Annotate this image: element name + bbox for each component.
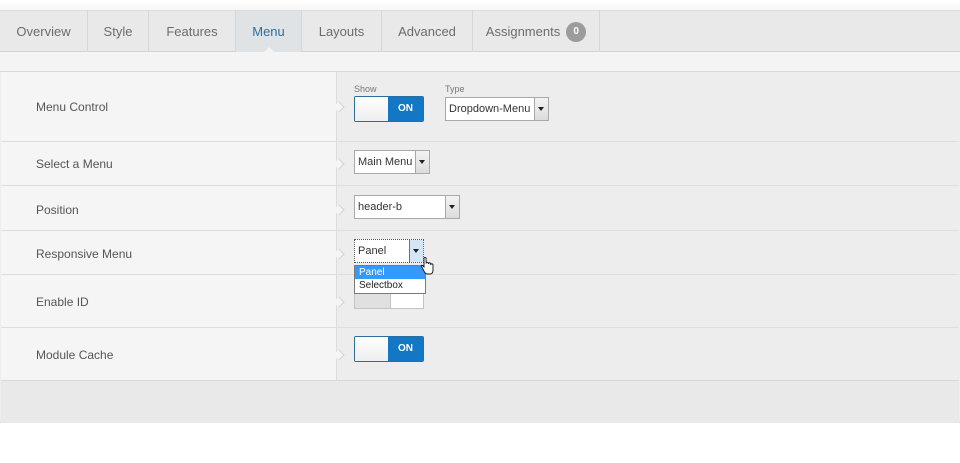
enable-id-label: Enable ID xyxy=(36,295,89,309)
tab-label: Layouts xyxy=(318,24,365,39)
responsive-menu-select[interactable]: Panel xyxy=(354,239,424,263)
chevron-down-icon xyxy=(445,196,459,218)
toggle-on-state: ON xyxy=(388,337,423,361)
toggle-knob xyxy=(355,97,390,121)
tab-label: Style xyxy=(103,24,133,39)
tab-advanced[interactable]: Advanced xyxy=(382,11,473,52)
module-cache-label: Module Cache xyxy=(36,348,114,362)
tab-layouts[interactable]: Layouts xyxy=(302,11,382,52)
top-strip xyxy=(0,0,960,10)
chevron-down-icon xyxy=(415,151,429,173)
option-selectbox[interactable]: Selectbox xyxy=(355,279,425,292)
row-divider xyxy=(1,141,959,142)
tab-overview[interactable]: Overview xyxy=(0,11,88,52)
tab-features[interactable]: Features xyxy=(149,11,236,52)
type-label: Type xyxy=(445,84,465,94)
panel-footer xyxy=(1,380,959,423)
menu-type-value: Dropdown-Menu xyxy=(449,103,531,115)
row-divider xyxy=(1,274,959,275)
row-divider xyxy=(1,185,959,186)
tab-label: Menu xyxy=(252,24,285,39)
tab-assignments[interactable]: Assignments 0 xyxy=(473,11,600,52)
hand-pointer-icon xyxy=(420,256,434,280)
select-menu-value: Main Menu xyxy=(358,156,413,168)
position-select[interactable]: header-b xyxy=(354,195,460,219)
menu-settings-panel: Menu Control Select a Menu Position Resp… xyxy=(0,71,960,423)
toggle-knob xyxy=(355,337,390,361)
assignments-count-badge: 0 xyxy=(566,21,587,42)
label-column xyxy=(1,72,337,380)
tab-label: Features xyxy=(166,24,218,39)
toolbar-spacer xyxy=(0,52,960,71)
module-cache-toggle[interactable]: ON xyxy=(354,336,424,362)
row-divider xyxy=(1,230,959,231)
tab-label: Assignments xyxy=(485,24,561,39)
show-label: Show xyxy=(354,84,377,94)
menu-type-select[interactable]: Dropdown-Menu xyxy=(445,97,549,121)
tab-label: Overview xyxy=(16,24,71,39)
menu-control-toggle[interactable]: ON xyxy=(354,96,424,122)
tab-menu[interactable]: Menu xyxy=(236,11,302,53)
select-menu-label: Select a Menu xyxy=(36,157,113,171)
menu-control-label: Menu Control xyxy=(36,100,109,114)
toggle-on-state: ON xyxy=(388,97,423,121)
responsive-menu-options: Panel Selectbox xyxy=(354,265,426,294)
tab-bar: Overview Style Features Menu Layouts Adv… xyxy=(0,10,960,53)
position-value: header-b xyxy=(358,201,403,213)
chevron-down-icon xyxy=(534,98,548,120)
tab-label: Advanced xyxy=(398,24,456,39)
position-label: Position xyxy=(36,203,79,217)
responsive-menu-value: Panel xyxy=(358,245,387,257)
responsive-menu-label: Responsive Menu xyxy=(36,247,133,261)
option-panel[interactable]: Panel xyxy=(355,266,425,279)
tab-style[interactable]: Style xyxy=(88,11,149,52)
select-menu-select[interactable]: Main Menu xyxy=(354,150,430,174)
row-divider xyxy=(1,327,959,328)
